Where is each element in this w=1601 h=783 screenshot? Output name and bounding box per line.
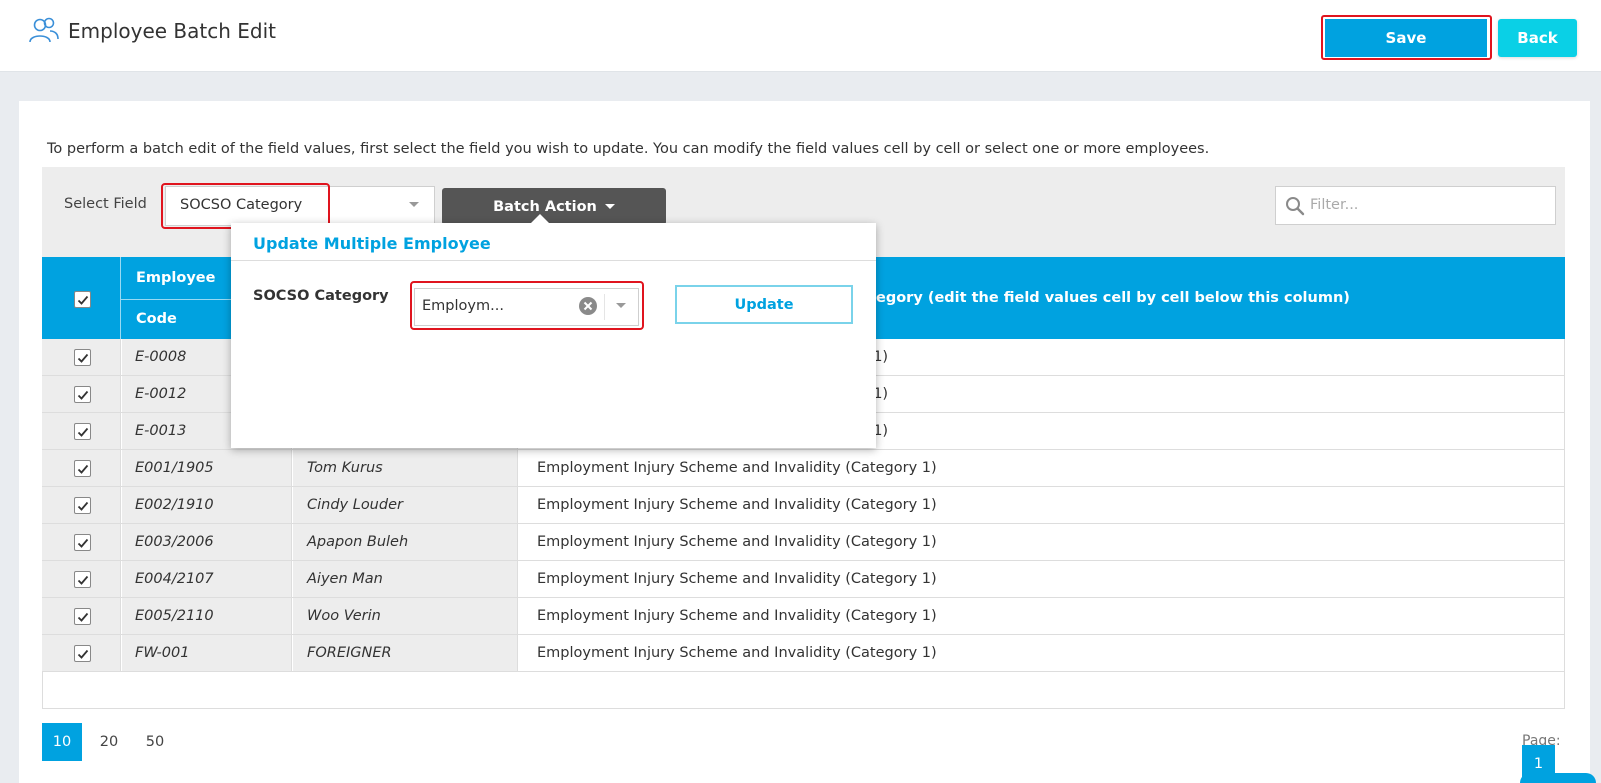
page-size-50[interactable]: 50 (135, 723, 175, 761)
row-check-cell (42, 635, 121, 671)
table-row[interactable]: E002/1910 Cindy Louder Employment Injury S… (42, 487, 1565, 524)
check-icon (77, 538, 89, 548)
code-cell: E005/2110 (122, 598, 292, 634)
header-employee[interactable]: Employee (136, 270, 215, 286)
instructions-text: To perform a batch edit of the field val… (47, 141, 1210, 157)
header-value-column[interactable]: egory (edit the field values cell by cel… (876, 290, 1350, 306)
page-title: Employee Batch Edit (68, 19, 276, 43)
socso-category-cell[interactable]: Employment Injury Scheme and Invalidity … (537, 645, 937, 661)
select-field-label: Select Field (64, 196, 147, 212)
check-icon (77, 295, 89, 305)
check-icon (77, 575, 89, 585)
row-check-cell (42, 413, 121, 449)
socso-category-cell[interactable]: Employment Injury Scheme and Invalidity … (537, 460, 937, 476)
code-cell: FW-001 (122, 635, 292, 671)
row-checkbox[interactable] (74, 460, 91, 477)
row-checkbox[interactable] (74, 645, 91, 662)
check-icon (77, 649, 89, 659)
row-check-cell (42, 561, 121, 597)
check-icon (77, 427, 89, 437)
code-cell: E002/1910 (122, 487, 292, 523)
check-icon (77, 612, 89, 622)
row-check-cell (42, 339, 121, 375)
employee-code: E002/1910 (135, 497, 214, 513)
row-checkbox[interactable] (74, 423, 91, 440)
employee-name: Cindy Louder (307, 497, 403, 513)
batch-action-label: Batch Action (493, 198, 597, 215)
employee-name: Woo Verin (307, 608, 381, 624)
row-checkbox[interactable] (74, 534, 91, 551)
header-code[interactable]: Code (136, 311, 177, 327)
popup-select-highlight (410, 281, 644, 330)
socso-category-cell[interactable]: Employment Injury Scheme and Invalidity … (537, 534, 937, 550)
chevron-down-icon (409, 202, 419, 207)
name-cell: Aiyen Man (293, 561, 518, 597)
help-button[interactable] (1520, 773, 1596, 783)
row-checkbox[interactable] (74, 349, 91, 366)
caret-down-icon (604, 204, 615, 209)
socso-category-cell[interactable]: Employment Injury Scheme and Invalidity … (537, 497, 937, 513)
check-icon (77, 501, 89, 511)
employee-code: E-0008 (135, 349, 187, 365)
table-row[interactable]: E001/1905 Tom Kurus Employment Injury Sche… (42, 450, 1565, 487)
check-icon (77, 353, 89, 363)
page-size-20[interactable]: 20 (89, 723, 129, 761)
employee-code: E001/1905 (135, 460, 214, 476)
table-row[interactable]: E003/2006 Apapon Buleh Employment Injury S… (42, 524, 1565, 561)
check-icon (77, 390, 89, 400)
batch-update-popup (231, 223, 876, 448)
employee-code: E005/2110 (135, 608, 214, 624)
update-button[interactable]: Update (675, 285, 853, 324)
table-row[interactable]: E004/2107 Aiyen Man Employment Injury Sche… (42, 561, 1565, 598)
employee-name: FOREIGNER (307, 645, 392, 661)
code-cell: E001/1905 (122, 450, 292, 486)
row-check-cell (42, 598, 121, 634)
popup-title: Update Multiple Employee (253, 234, 491, 253)
row-check-cell (42, 487, 121, 523)
popup-field-label: SOCSO Category (253, 288, 389, 304)
header-divider (120, 257, 121, 339)
name-cell: Tom Kurus (293, 450, 518, 486)
name-cell: Cindy Louder (293, 487, 518, 523)
batch-action-button[interactable]: Batch Action (442, 188, 666, 225)
popup-divider (231, 260, 876, 261)
employee-code: FW-001 (135, 645, 190, 661)
popup-arrow (530, 214, 550, 224)
socso-category-cell[interactable]: Employment Injury Scheme and Invalidity … (537, 608, 937, 624)
employee-name: Tom Kurus (307, 460, 383, 476)
socso-category-cell[interactable]: Employment Injury Scheme and Invalidity … (537, 571, 937, 587)
row-check-cell (42, 450, 121, 486)
employee-name: Apapon Buleh (307, 534, 409, 550)
employee-code: E003/2006 (135, 534, 214, 550)
employee-name: Aiyen Man (307, 571, 383, 587)
table-row[interactable]: E005/2110 Woo Verin Employment Injury Sche… (42, 598, 1565, 635)
page-size-10[interactable]: 10 (42, 723, 82, 761)
save-button-highlight (1321, 15, 1492, 60)
employee-code: E004/2107 (135, 571, 214, 587)
table-row[interactable]: FW-001 FOREIGNER Employment Injury Scheme … (42, 635, 1565, 672)
name-cell: Woo Verin (293, 598, 518, 634)
employee-code: E-0013 (135, 423, 187, 439)
row-check-cell (42, 376, 121, 412)
select-all-checkbox[interactable] (74, 291, 91, 308)
row-checkbox[interactable] (74, 608, 91, 625)
row-checkbox[interactable] (74, 497, 91, 514)
row-checkbox[interactable] (74, 386, 91, 403)
employee-code: E-0012 (135, 386, 187, 402)
search-icon (1286, 197, 1305, 216)
back-button[interactable]: Back (1498, 19, 1577, 57)
name-cell: Apapon Buleh (293, 524, 518, 560)
row-checkbox[interactable] (74, 571, 91, 588)
users-icon (29, 17, 59, 43)
row-check-cell (42, 524, 121, 560)
check-icon (77, 464, 89, 474)
filter-input[interactable] (1310, 190, 1550, 220)
code-cell: E003/2006 (122, 524, 292, 560)
name-cell: FOREIGNER (293, 635, 518, 671)
code-cell: E004/2107 (122, 561, 292, 597)
